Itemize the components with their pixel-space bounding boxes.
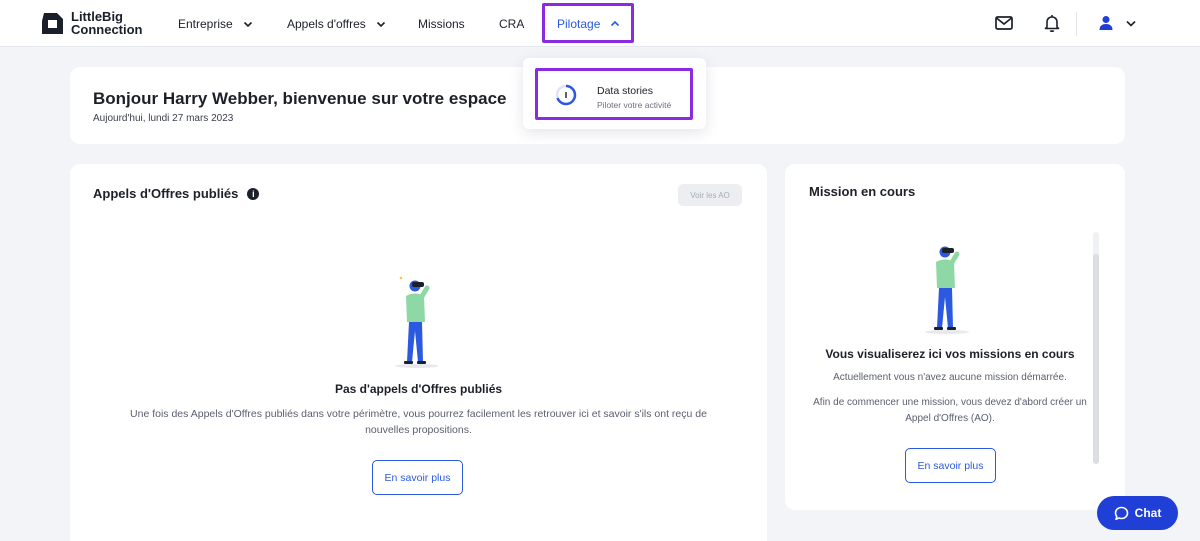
top-navigation-bar: LittleBig Connection Entreprise Appels d… [0,0,1200,47]
chat-label: Chat [1134,506,1162,520]
binoculars-person-illustration [925,246,969,334]
dropdown-item-data-stories[interactable]: Data stories Piloter votre activité [535,68,693,120]
mission-learn-more-button[interactable]: En savoir plus [905,448,996,483]
mission-empty-text-1: Actuellement vous n'avez aucune mission … [833,372,1067,383]
dropdown-item-subtitle: Piloter votre activité [597,100,672,110]
nav-entreprise-label: Entreprise [178,16,233,31]
nav-appels-offres[interactable]: Appels d'offres [287,0,387,47]
nav-cra[interactable]: CRA [499,0,524,47]
chevron-down-icon[interactable] [1124,13,1138,33]
ao-card-title: Appels d'Offres publiés i [93,186,260,201]
mission-empty-text-2: Afin de commencer une mission, vous deve… [813,397,1087,424]
mission-empty-title: Vous visualiserez ici vos missions en co… [825,347,1075,361]
nav-cra-label: CRA [499,16,525,31]
ao-empty-description: Une fois des Appels d'Offres publiés dan… [130,408,707,436]
nav-entreprise[interactable]: Entreprise [178,0,254,47]
chat-bubble-icon [1114,506,1128,520]
appels-offres-card: Appels d'Offres publiés i Voir les AO Pa… [70,164,767,541]
chat-button[interactable]: Chat [1097,496,1178,530]
info-icon[interactable]: i [247,187,260,200]
user-icon[interactable] [1096,13,1116,33]
nav-appels-label: Appels d'offres [287,16,366,31]
logo-text: LittleBig Connection [71,10,143,36]
dropdown-item-title: Data stories [597,85,654,97]
binoculars-person-illustration [395,276,439,368]
nav-missions-label: Missions [418,16,465,31]
mail-icon[interactable] [994,13,1014,33]
mission-card: Mission en cours Vous visualiserez ici v… [785,164,1125,510]
logo-icon [42,12,63,34]
pilotage-highlight-box [542,3,634,43]
welcome-title: Bonjour Harry Webber, bienvenue sur votr… [93,89,507,108]
bell-icon[interactable] [1042,13,1062,33]
pilotage-dropdown-menu: Data stories Piloter votre activité [523,58,706,129]
chevron-down-icon [243,21,252,27]
welcome-date: Aujourd'hui, lundi 27 mars 2023 [93,113,234,124]
ao-learn-more-button[interactable]: En savoir plus [372,460,463,495]
nav-missions[interactable]: Missions [418,0,465,47]
chevron-down-icon [376,21,385,27]
nav-separator [1076,12,1077,36]
voir-ao-button[interactable]: Voir les AO [678,184,742,206]
logo-line-2: Connection [71,22,143,37]
brand-logo[interactable]: LittleBig Connection [40,10,143,36]
ao-title-text: Appels d'Offres publiés [93,186,239,201]
mission-card-title: Mission en cours [809,184,916,199]
ao-empty-title: Pas d'appels d'Offres publiés [334,382,503,396]
progress-ring-icon [555,84,577,106]
